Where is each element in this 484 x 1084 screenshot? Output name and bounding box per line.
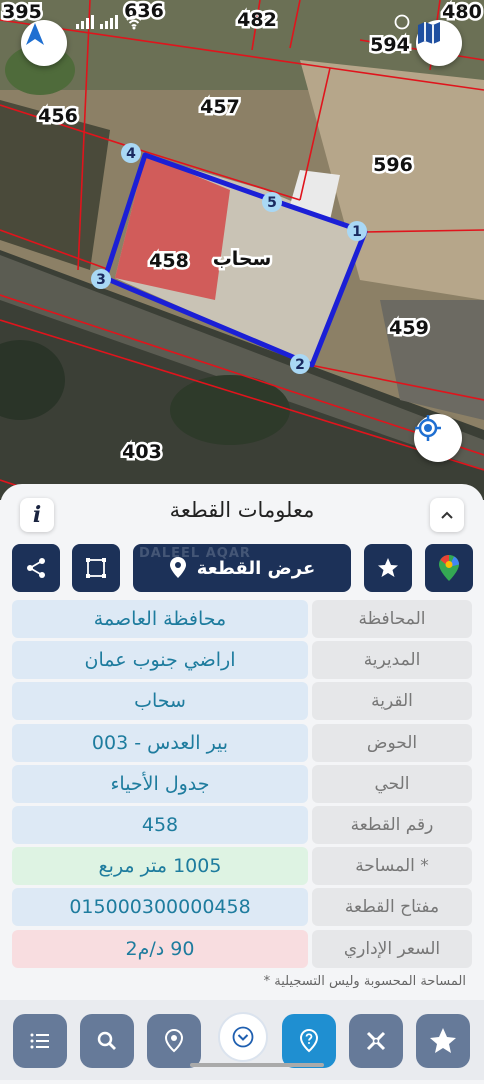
vertex-1: 1 [347, 221, 367, 241]
favorite-button[interactable] [364, 544, 412, 592]
star-icon [430, 1028, 456, 1053]
help-location-button[interactable] [282, 1014, 336, 1068]
google-maps-icon [439, 555, 459, 581]
map-layers-button[interactable] [416, 20, 462, 66]
measure-area-button[interactable] [72, 544, 120, 592]
parcel-label-458: 458 [149, 250, 189, 272]
vertex-2: 2 [290, 354, 310, 374]
list-icon [30, 1033, 49, 1049]
share-icon [27, 558, 45, 578]
list-button[interactable] [13, 1014, 67, 1068]
search-button[interactable] [80, 1014, 134, 1068]
info-row-value: سحاب [12, 682, 308, 720]
map-icon [418, 22, 440, 44]
info-row: محافظة العاصمة المحافظة [12, 600, 472, 638]
satellite-map[interactable]: 4 5 1 3 2 395 636 482 480 594 456 457 59… [0, 0, 484, 500]
chevron-up-icon [441, 511, 453, 519]
star-icon [378, 558, 398, 577]
favorites-button[interactable] [416, 1014, 470, 1068]
info-row-label: الحوض [312, 724, 472, 762]
village-label: سحاب [213, 248, 272, 270]
watermark-text: DALEEL AQAR [139, 546, 251, 561]
info-row-value: 1005 متر مربع [12, 847, 308, 885]
parcel-label-480: 480 [442, 1, 482, 23]
info-row-value: محافظة العاصمة [12, 600, 308, 638]
svg-text:3: 3 [96, 272, 106, 288]
pin-question-icon [299, 1028, 319, 1053]
svg-text:1: 1 [352, 224, 362, 240]
info-row: بير العدس - 003 الحوض [12, 724, 472, 762]
collapse-panel-button[interactable] [430, 498, 464, 532]
plot-info-panel: i معلومات القطعة DALEEL AQAR عرض القطعة [0, 484, 484, 1084]
vertex-5: 5 [262, 192, 282, 212]
info-row-value: بير العدس - 003 [12, 724, 308, 762]
pin-search-icon [164, 1028, 184, 1053]
parcel-label-596: 596 [373, 154, 413, 176]
open-google-maps-button[interactable] [425, 544, 473, 592]
svg-text:2: 2 [295, 357, 305, 373]
info-row: 458 رقم القطعة [12, 806, 472, 844]
info-row-label: السعر الإداري [312, 930, 472, 968]
vertex-3: 3 [91, 269, 111, 289]
parcel-label-457: 457 [200, 96, 240, 118]
info-row: 1005 متر مربع المساحة * [12, 847, 472, 885]
info-row: 90 د/م2 السعر الإداري [12, 930, 472, 968]
chevron-down-icon [232, 1026, 254, 1048]
info-row-label: القرية [312, 682, 472, 720]
info-row-label: المديرية [312, 641, 472, 679]
info-row-label: المساحة * [312, 847, 472, 885]
info-row: اراضي جنوب عمان المديرية [12, 641, 472, 679]
bottom-navigation [0, 1000, 484, 1080]
compass-north-button[interactable] [21, 20, 67, 66]
search-icon [97, 1031, 116, 1050]
info-row: سحاب القرية [12, 682, 472, 720]
toggle-panel-button[interactable] [218, 1012, 268, 1062]
tools-button[interactable] [349, 1014, 403, 1068]
north-arrow-icon [26, 23, 44, 45]
svg-text:5: 5 [267, 195, 277, 211]
area-footnote: * المساحة المحسوبة وليس التسجيلية [263, 974, 466, 989]
info-row-value: 458 [12, 806, 308, 844]
info-row: 015000300000458 مفتاح القطعة [12, 888, 472, 926]
info-row-value: اراضي جنوب عمان [12, 641, 308, 679]
polygon-select-icon [86, 558, 106, 578]
share-button[interactable] [12, 544, 60, 592]
info-row-value: 015000300000458 [12, 888, 308, 926]
parcel-label-403: 403 [122, 441, 162, 463]
home-indicator [190, 1063, 324, 1067]
info-row-value: 90 د/م2 [12, 930, 308, 968]
info-row-label: الحي [312, 765, 472, 803]
parcel-label-594: 594 [370, 34, 410, 56]
show-plot-button[interactable]: DALEEL AQAR عرض القطعة [133, 544, 351, 592]
info-row-value: جدول الأحياء [12, 765, 308, 803]
panel-title: معلومات القطعة [169, 498, 315, 522]
info-row-label: مفتاح القطعة [312, 888, 472, 926]
parcel-label-459: 459 [389, 317, 429, 339]
parcel-label-456: 456 [38, 105, 78, 127]
info-row-label: رقم القطعة [312, 806, 472, 844]
crosshair-icon [415, 415, 441, 441]
info-row-label: المحافظة [312, 600, 472, 638]
vertex-4: 4 [121, 143, 141, 163]
ruler-pencil-icon [366, 1031, 386, 1051]
parcel-label-482: 482 [237, 9, 277, 31]
my-location-button[interactable] [414, 414, 462, 462]
location-search-button[interactable] [147, 1014, 201, 1068]
map-overlay: 4 5 1 3 2 395 636 482 480 594 456 457 59… [0, 0, 484, 500]
info-row: جدول الأحياء الحي [12, 765, 472, 803]
svg-text:4: 4 [126, 146, 136, 162]
